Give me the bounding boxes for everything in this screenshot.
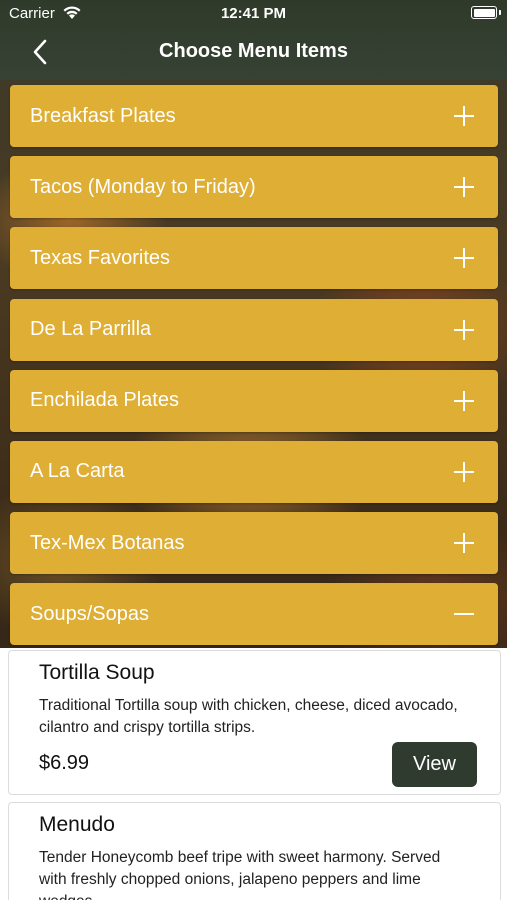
- status-bar: Carrier 12:41 PM: [0, 0, 507, 28]
- app-header: Carrier 12:41 PM Choose Menu Items: [0, 0, 507, 80]
- view-button[interactable]: View: [392, 742, 477, 787]
- category-enchilada-plates[interactable]: Enchilada Plates: [10, 369, 498, 432]
- category-label: Texas Favorites: [30, 246, 171, 269]
- menu-item-card[interactable]: Menudo Tender Honeycomb beef tripe with …: [8, 802, 501, 900]
- menu-item-card[interactable]: Tortilla Soup Traditional Tortilla soup …: [8, 650, 501, 795]
- battery-nub: [499, 10, 501, 15]
- category-list: Breakfast Plates Tacos (Monday to Friday…: [10, 85, 498, 655]
- plus-icon: [454, 106, 474, 126]
- category-label: A La Carta: [30, 460, 125, 483]
- category-soups-sopas[interactable]: Soups/Sopas: [10, 583, 498, 646]
- category-label: Enchilada Plates: [30, 389, 179, 412]
- category-tex-mex-botanas[interactable]: Tex-Mex Botanas: [10, 512, 498, 575]
- plus-icon: [454, 248, 474, 269]
- plus-icon: [454, 319, 474, 340]
- clock: 12:41 PM: [220, 5, 287, 22]
- item-description: Traditional Tortilla soup with chicken, …: [39, 697, 458, 736]
- category-tacos[interactable]: Tacos (Monday to Friday): [10, 156, 498, 219]
- item-description: Tender Honeycomb beef tripe with sweet h…: [39, 849, 441, 900]
- plus-icon: [454, 390, 474, 411]
- minus-icon: [454, 604, 474, 624]
- item-name: Menudo: [39, 813, 115, 836]
- category-label: Tex-Mex Botanas: [30, 531, 185, 554]
- category-texas-favorites[interactable]: Texas Favorites: [10, 227, 498, 290]
- category-label: Tacos (Monday to Friday): [30, 175, 256, 198]
- battery-icon: [471, 6, 497, 19]
- category-breakfast-plates[interactable]: Breakfast Plates: [10, 85, 498, 147]
- item-price: $6.99: [39, 752, 90, 774]
- category-de-la-parrilla[interactable]: De La Parrilla: [10, 298, 498, 361]
- plus-icon: [454, 177, 474, 198]
- category-a-la-carta[interactable]: A La Carta: [10, 440, 498, 503]
- category-label: De La Parrilla: [30, 318, 152, 341]
- page-title: Choose Menu Items: [159, 40, 348, 62]
- plus-icon: [454, 533, 474, 554]
- category-label: Soups/Sopas: [30, 602, 149, 625]
- plus-icon: [454, 461, 474, 482]
- item-name: Tortilla Soup: [39, 661, 155, 684]
- menu-item-list: Tortilla Soup Traditional Tortilla soup …: [0, 648, 507, 900]
- category-label: Breakfast Plates: [30, 104, 176, 127]
